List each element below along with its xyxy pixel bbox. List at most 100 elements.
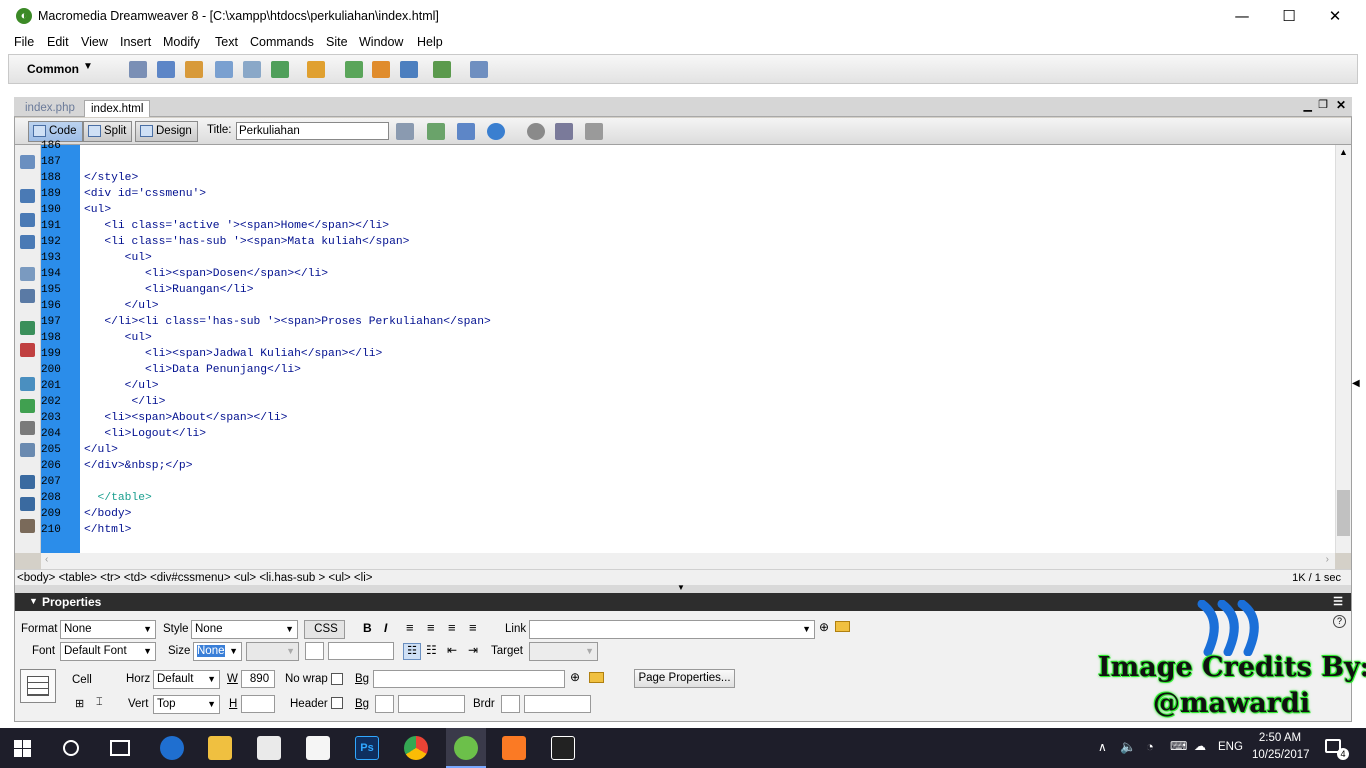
- cortana-search-icon[interactable]: [63, 740, 79, 756]
- close-button[interactable]: ✕: [1312, 0, 1358, 32]
- doc-close-button[interactable]: ✕: [1336, 98, 1346, 112]
- collapse-tag-icon[interactable]: [20, 189, 35, 203]
- photoshop-icon[interactable]: Ps: [355, 736, 379, 760]
- code-line[interactable]: <ul>: [84, 250, 152, 266]
- language-indicator[interactable]: ENG: [1218, 741, 1243, 753]
- outdent-code-icon[interactable]: [20, 497, 35, 511]
- comment-icon[interactable]: [400, 61, 418, 78]
- text-outdent-icon[interactable]: ⇤: [447, 643, 457, 657]
- width-input[interactable]: 890: [241, 670, 275, 688]
- vertical-scrollbar[interactable]: ▲: [1335, 145, 1351, 553]
- vert-select[interactable]: Top ▼: [153, 695, 220, 714]
- unordered-list-icon[interactable]: ☷: [403, 643, 421, 660]
- named-anchor-icon[interactable]: [185, 61, 203, 78]
- mail-icon[interactable]: [306, 736, 330, 760]
- code-line[interactable]: <ul>: [84, 330, 152, 346]
- bg-image-input[interactable]: [373, 670, 565, 688]
- photos-icon[interactable]: [551, 736, 575, 760]
- ordered-list-icon[interactable]: ☷: [426, 643, 437, 657]
- wifi-icon[interactable]: ◔: [1146, 739, 1154, 754]
- text-indent-icon[interactable]: ⇥: [468, 643, 478, 657]
- menu-commands[interactable]: Commands: [250, 35, 314, 49]
- minimize-button[interactable]: —: [1219, 0, 1265, 32]
- balance-braces-icon[interactable]: [20, 289, 35, 303]
- menu-window[interactable]: Window: [359, 35, 403, 49]
- date-icon[interactable]: [345, 61, 363, 78]
- templates-icon[interactable]: [433, 61, 451, 78]
- apply-comment-icon[interactable]: [20, 377, 35, 391]
- tag-selector[interactable]: <body> <table> <tr> <td> <div#cssmenu> <…: [17, 572, 372, 584]
- scroll-left-icon[interactable]: ‹: [45, 554, 48, 565]
- style-select[interactable]: None ▼: [191, 620, 298, 639]
- code-line[interactable]: </li><li class='has-sub '><span>Proses P…: [84, 314, 490, 330]
- select-parent-tag-icon[interactable]: [20, 267, 35, 281]
- chrome-icon[interactable]: [404, 736, 428, 760]
- image-icon[interactable]: [271, 61, 289, 78]
- insert-category-dropdown[interactable]: Common: [27, 62, 79, 76]
- browse-folder-icon[interactable]: [589, 672, 604, 683]
- browse-folder-icon[interactable]: [835, 621, 850, 632]
- onedrive-icon[interactable]: ☁: [1194, 739, 1206, 753]
- code-line[interactable]: <li><span>About</span></li>: [84, 410, 287, 426]
- code-line[interactable]: </table>: [84, 490, 152, 506]
- code-line[interactable]: <li>Ruangan</li>: [84, 282, 253, 298]
- menu-file[interactable]: File: [14, 35, 34, 49]
- format-select[interactable]: None ▼: [60, 620, 156, 639]
- menu-site[interactable]: Site: [326, 35, 348, 49]
- server-side-include-icon[interactable]: [372, 61, 390, 78]
- bold-button[interactable]: B: [363, 621, 372, 635]
- code-line[interactable]: </style>: [84, 170, 138, 186]
- text-color-input[interactable]: [328, 642, 394, 660]
- nowrap-checkbox[interactable]: [331, 673, 343, 685]
- clock-date[interactable]: 10/25/2017: [1252, 749, 1310, 761]
- xampp-icon[interactable]: [502, 736, 526, 760]
- scroll-right-icon[interactable]: ›: [1326, 554, 1329, 565]
- point-to-file-icon[interactable]: ⊕: [819, 620, 829, 634]
- code-line[interactable]: <li><span>Dosen</span></li>: [84, 266, 328, 282]
- menu-help[interactable]: Help: [417, 35, 443, 49]
- code-line[interactable]: <li class='has-sub '><span>Mata kuliah</…: [84, 234, 409, 250]
- code-line[interactable]: <li class='active '><span>Home</span></l…: [84, 218, 389, 234]
- code-line[interactable]: </ul>: [84, 442, 118, 458]
- remove-comment-icon[interactable]: [20, 399, 35, 413]
- layer-icon[interactable]: [243, 61, 261, 78]
- bg-color-input[interactable]: [398, 695, 465, 713]
- menu-modify[interactable]: Modify: [163, 35, 200, 49]
- expand-panels-icon[interactable]: ◀: [1352, 378, 1360, 390]
- border-color-swatch[interactable]: [501, 695, 520, 713]
- size-select[interactable]: None ▼: [193, 642, 242, 661]
- tag-chooser-icon[interactable]: [470, 61, 488, 78]
- code-line[interactable]: </body>: [84, 506, 131, 522]
- doc-minimize-button[interactable]: ▁: [1304, 99, 1312, 112]
- code-line[interactable]: <div id='cssmenu'>: [84, 186, 206, 202]
- height-input[interactable]: [241, 695, 275, 713]
- code-line[interactable]: <li><span>Jadwal Kuliah</span></li>: [84, 346, 382, 362]
- table-icon[interactable]: [215, 61, 233, 78]
- code-line[interactable]: </div>&nbsp;</p>: [84, 458, 192, 474]
- highlight-invalid-icon[interactable]: [20, 343, 35, 357]
- expand-all-icon[interactable]: [20, 235, 35, 249]
- horizontal-scrollbar[interactable]: ‹ ›: [41, 553, 1335, 569]
- format-source-icon[interactable]: [20, 519, 35, 533]
- italic-button[interactable]: I: [384, 621, 387, 635]
- doc-restore-button[interactable]: ❐: [1318, 98, 1328, 111]
- bg-color-swatch[interactable]: [375, 695, 394, 713]
- maximize-button[interactable]: ☐: [1266, 0, 1312, 32]
- email-link-icon[interactable]: [157, 61, 175, 78]
- chevron-down-icon[interactable]: ▼: [83, 61, 93, 72]
- code-line[interactable]: </li>: [84, 394, 165, 410]
- edge-browser-icon[interactable]: [160, 736, 184, 760]
- code-line[interactable]: <ul>: [84, 202, 111, 218]
- tab-index-php[interactable]: index.php: [19, 100, 81, 117]
- volume-icon[interactable]: 🔈: [1120, 739, 1136, 755]
- open-documents-icon[interactable]: [20, 155, 35, 169]
- start-windows-icon[interactable]: [14, 740, 31, 757]
- point-to-file-icon[interactable]: ⊕: [570, 670, 580, 684]
- show-hidden-icons-icon[interactable]: ∧: [1098, 740, 1107, 754]
- menu-view[interactable]: View: [81, 35, 108, 49]
- line-numbers-icon[interactable]: [20, 321, 35, 335]
- page-properties-button[interactable]: Page Properties...: [634, 669, 735, 688]
- dreamweaver-task-button[interactable]: [446, 728, 486, 768]
- code-line[interactable]: <li>Logout</li>: [84, 426, 206, 442]
- code-line[interactable]: </html>: [84, 522, 131, 538]
